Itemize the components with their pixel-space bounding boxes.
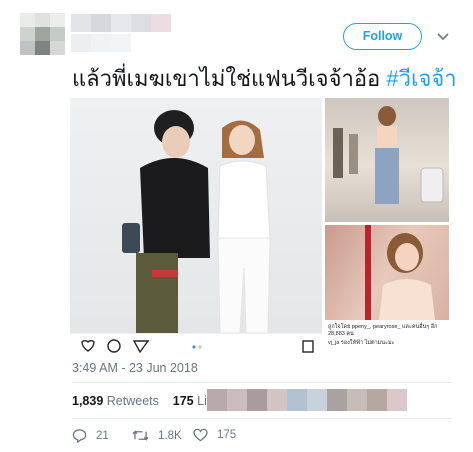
retweets-count: 1,839	[72, 394, 104, 408]
instagram-caption-line1: ถูกใจโดย ppeny_, pearyrose_ และคนอื่นๆ อ…	[328, 324, 438, 337]
tweet-actions: 21 1.8K 175	[72, 428, 372, 444]
follow-button[interactable]: Follow	[343, 23, 422, 50]
photo-main	[70, 98, 322, 334]
retweets-label: Retweets	[106, 394, 159, 408]
likes-count: 175	[172, 394, 194, 408]
photo-people-illustration	[122, 110, 271, 334]
retweet-count: 1.8K	[158, 429, 182, 442]
retweets-stat[interactable]: 1,839 Retweets	[72, 394, 159, 408]
chevron-down-icon[interactable]	[436, 30, 450, 42]
instagram-caption: ถูกใจโดย ppeny_, pearyrose_ และคนอื่นๆ อ…	[328, 324, 449, 347]
reply-icon	[72, 429, 87, 443]
divider	[72, 418, 452, 419]
tweet-text: แล้วพี่เมฆเขาไม่ใช่แฟนวีเจจ้าอ้อ #วีเจจ้…	[72, 64, 457, 94]
hashtag-link[interactable]: #วีเจจ้า	[386, 66, 456, 91]
instagram-icons	[81, 339, 314, 354]
avatar[interactable]	[20, 13, 65, 55]
instagram-action-bar	[70, 333, 322, 356]
reply-count: 21	[96, 429, 109, 442]
reply-button[interactable]: 21	[72, 428, 109, 443]
tweet-timestamp[interactable]: 3:49 AM - 23 Jun 2018	[72, 361, 198, 375]
photo-bottom-right	[325, 225, 449, 320]
like-count: 175	[217, 429, 237, 441]
heart-icon	[193, 428, 208, 442]
tweet-stats: 1,839 Retweets 175 Likes	[72, 394, 226, 408]
retweet-icon	[132, 430, 149, 441]
divider	[72, 382, 452, 383]
like-button[interactable]: 175	[193, 428, 236, 442]
author-name-redacted[interactable]	[71, 14, 171, 54]
instagram-caption-line2: vj_ja รองให้ฟ้า ไม่ตามนะมะ	[328, 340, 395, 346]
liker-avatars-redacted[interactable]	[207, 389, 407, 411]
photo-top-right	[325, 98, 449, 222]
tweet-media[interactable]: ถูกใจโดย ppeny_, pearyrose_ และคนอื่นๆ อ…	[70, 98, 449, 356]
tweet-body: แล้วพี่เมฆเขาไม่ใช่แฟนวีเจจ้าอ้อ	[72, 66, 381, 91]
retweet-button[interactable]: 1.8K	[132, 428, 182, 443]
